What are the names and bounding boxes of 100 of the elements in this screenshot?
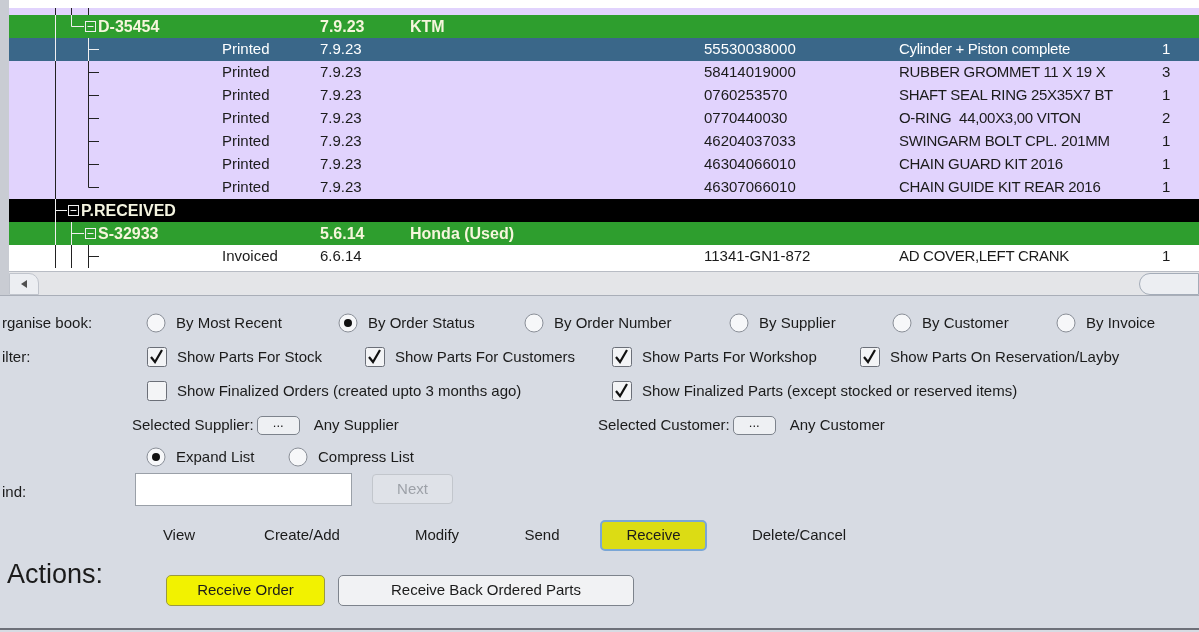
table-cell-text: Printed bbox=[222, 177, 271, 198]
option-label: By Invoice bbox=[1086, 312, 1156, 333]
option-label: Show Finalized Parts (except stocked or reserved items) bbox=[642, 380, 1018, 401]
table-cell-text: CHAIN GUARD KIT 2016 bbox=[899, 154, 1064, 175]
tree-lines bbox=[55, 130, 100, 153]
checkbox[interactable] bbox=[147, 381, 167, 401]
table-row[interactable]: Printed 7.9.23 46304066010 CHAIN GUARD KIT 2016 1 bbox=[9, 153, 1199, 176]
table-cell-text: RUBBER GROMMET 11 X 19 X bbox=[899, 62, 1107, 83]
table-cell-text: Printed bbox=[222, 85, 271, 106]
order-number: S-32933 bbox=[98, 223, 159, 244]
table-cell-text: 11341-GN1-872 bbox=[704, 246, 812, 267]
supplier-name: Honda (Used) bbox=[410, 223, 514, 244]
option-label: Show Parts On Reservation/Layby bbox=[890, 346, 1120, 367]
browse-button[interactable]: ... bbox=[256, 415, 300, 435]
action-button[interactable]: Receive Back Ordered Parts bbox=[338, 575, 634, 606]
table-cell-text: 0770440030 bbox=[704, 108, 789, 129]
table-cell-text: Printed bbox=[222, 39, 271, 60]
option-label: Show Finalized Orders (created upto 3 months ago) bbox=[177, 380, 522, 401]
tree-lines bbox=[55, 107, 100, 130]
table-cell-text: Printed bbox=[222, 108, 271, 129]
tree-lines bbox=[55, 61, 100, 84]
table-cell-text: 7.9.23 bbox=[320, 62, 363, 83]
radio-button[interactable] bbox=[146, 447, 166, 467]
table-cell-text: 0760253570 bbox=[704, 85, 789, 106]
action-tab[interactable]: Create/Add bbox=[248, 520, 356, 551]
horizontal-scrollbar[interactable] bbox=[9, 271, 1199, 295]
checkbox[interactable] bbox=[612, 381, 632, 401]
table-cell-text: 46307066010 bbox=[704, 177, 797, 198]
radio-button[interactable] bbox=[892, 313, 912, 333]
option-label: Show Parts For Customers bbox=[395, 346, 576, 367]
table-cell-text: O-RING 44,00X3,00 VITON bbox=[899, 108, 1082, 129]
table-row[interactable]: Printed 7.9.23 0770440030 O-RING 44,00X3,00 VITON 2 bbox=[9, 107, 1199, 130]
table-row[interactable]: Printed 7.9.23 0760253570 SHAFT SEAL RING 25X35X7 BT 1 bbox=[9, 84, 1199, 107]
action-tab[interactable]: Receive bbox=[600, 520, 707, 551]
table-cell-text: 7.9.23 bbox=[320, 177, 363, 198]
table-cell-text: 46204037033 bbox=[704, 131, 797, 152]
left-arrow-icon bbox=[19, 278, 29, 289]
option-label: By Order Number bbox=[554, 312, 672, 333]
field-label: rganise book: bbox=[1, 312, 94, 333]
table-cell-text: Invoiced bbox=[222, 246, 279, 267]
section-title: Actions: bbox=[7, 558, 105, 591]
checkbox[interactable] bbox=[860, 347, 880, 367]
supplier-name: KTM bbox=[410, 16, 445, 37]
radio-button[interactable] bbox=[146, 313, 166, 333]
table-row[interactable]: Printed 7.9.23 58414019000 RUBBER GROMMET 11 X 19 X 3 bbox=[9, 61, 1199, 84]
table-cell-text: 7.9.23 bbox=[320, 108, 363, 129]
collapse-icon[interactable] bbox=[68, 205, 79, 216]
table-row[interactable]: Printed 7.9.23 55530038000 Cylinder + Piston complete 1 bbox=[9, 38, 1199, 61]
tree-lines bbox=[55, 153, 100, 176]
action-tab[interactable]: View bbox=[150, 520, 208, 551]
option-label: Show Parts For Workshop bbox=[642, 346, 817, 367]
table-cell-text: Printed bbox=[222, 62, 271, 83]
scrollbar-thumb[interactable] bbox=[1139, 272, 1199, 295]
radio-button[interactable] bbox=[338, 313, 358, 333]
radio-button[interactable] bbox=[729, 313, 749, 333]
field-label: Selected Supplier: bbox=[132, 414, 254, 435]
table-cell-text: SHAFT SEAL RING 25X35X7 BT bbox=[899, 85, 1114, 106]
option-label: Compress List bbox=[318, 446, 414, 467]
field-label: Selected Customer: bbox=[598, 414, 730, 435]
field-label: ind: bbox=[1, 481, 28, 502]
table-row[interactable]: Printed 7.9.23 46307066010 CHAIN GUIDE KIT REAR 2016 1 bbox=[9, 176, 1199, 199]
table-cell-text: 7.9.23 bbox=[320, 131, 363, 152]
table-cell-text: 7.9.23 bbox=[320, 39, 363, 60]
checkbox[interactable] bbox=[612, 347, 632, 367]
table-row[interactable]: Printed 7.9.23 46204037033 SWINGARM BOLT CPL. 201MM 1 bbox=[9, 130, 1199, 153]
table-cell-text: 1 bbox=[1162, 39, 1171, 60]
action-button[interactable]: Receive Order bbox=[166, 575, 325, 606]
radio-button[interactable] bbox=[288, 447, 308, 467]
table-cell-text: 2 bbox=[1162, 108, 1171, 129]
table-cell-text: 3 bbox=[1162, 62, 1171, 83]
search-field[interactable] bbox=[135, 472, 352, 506]
browse-button[interactable]: ... bbox=[732, 415, 776, 435]
table-cell-text: 6.6.14 bbox=[320, 246, 363, 267]
order-date: 5.6.14 bbox=[320, 223, 366, 244]
checkbox[interactable] bbox=[365, 347, 385, 367]
order-date: 7.9.23 bbox=[320, 16, 366, 37]
table-cell-text: 58414019000 bbox=[704, 62, 797, 83]
field-value: Any Supplier bbox=[313, 414, 399, 435]
table-cell-text: 7.9.23 bbox=[320, 85, 363, 106]
radio-button[interactable] bbox=[524, 313, 544, 333]
option-label: By Customer bbox=[922, 312, 1009, 333]
option-label: By Order Status bbox=[368, 312, 475, 333]
field-value: Any Customer bbox=[789, 414, 885, 435]
scroll-left-button[interactable] bbox=[9, 272, 39, 295]
checkbox[interactable] bbox=[147, 347, 167, 367]
table-cell-text: 1 bbox=[1162, 246, 1171, 267]
radio-button[interactable] bbox=[1056, 313, 1076, 333]
action-tab[interactable]: Send bbox=[512, 520, 572, 551]
option-label: By Supplier bbox=[759, 312, 836, 333]
table-cell-text: Cylinder + Piston complete bbox=[899, 39, 1072, 60]
table-cell-text: 1 bbox=[1162, 85, 1171, 106]
tree-lines bbox=[55, 84, 100, 107]
status-group-row[interactable]: P.RECEIVED bbox=[9, 199, 1199, 222]
table-cell-text: CHAIN GUIDE KIT REAR 2016 bbox=[899, 177, 1102, 198]
table-cell-text: 1 bbox=[1162, 177, 1171, 198]
action-tab[interactable]: Modify bbox=[402, 520, 472, 551]
table-cell-text: Printed bbox=[222, 131, 271, 152]
action-tab[interactable]: Delete/Cancel bbox=[733, 520, 865, 551]
table-cell-text: 1 bbox=[1162, 131, 1171, 152]
table-cell-text: 55530038000 bbox=[704, 39, 797, 60]
